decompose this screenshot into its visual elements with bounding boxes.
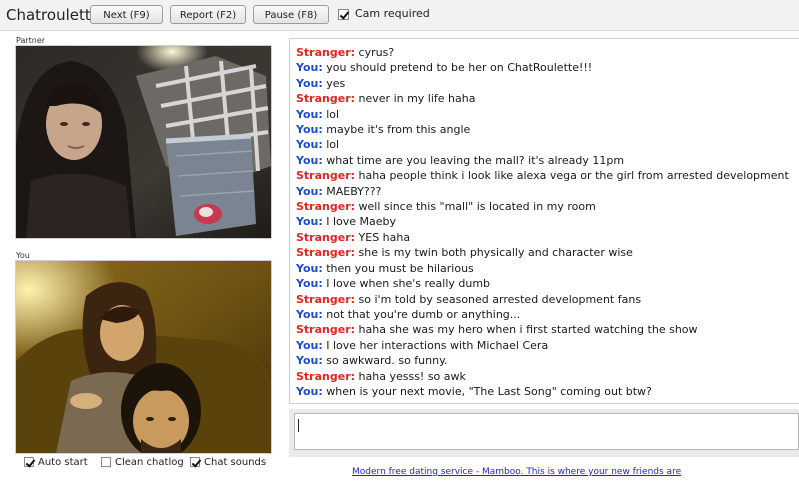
chat-message-sender: Stranger: — [296, 246, 356, 260]
chat-message-sender: You: — [296, 215, 323, 229]
chat-message-text: haha she was my hero when i first starte… — [355, 323, 698, 337]
cam-required-checkbox[interactable] — [338, 8, 349, 20]
chat-message-text: haha people think i look like alexa vega… — [355, 169, 789, 183]
message-input-area — [289, 409, 799, 457]
text-caret — [298, 419, 299, 432]
chat-message: Stranger: haha yesss! so awk — [290, 369, 799, 384]
chat-message-text: so awkward. so funny. — [322, 354, 448, 368]
chat-message-sender: Stranger: — [296, 230, 356, 244]
chat-message: You: when is your next movie, "The Last … — [290, 384, 799, 399]
chat-message: Stranger: never in my life haha — [290, 91, 799, 106]
chat-message-sender: Stranger: — [296, 169, 356, 183]
chat-message: You: I love her interactions with Michae… — [290, 338, 799, 353]
chat-message: You: I love Maeby — [290, 214, 799, 229]
clean-chatlog-label: Clean chatlog — [115, 457, 184, 468]
chat-message-sender: You: — [296, 61, 323, 75]
chat-message-text: well since this "mall" is located in my … — [355, 200, 596, 214]
chat-sounds-option[interactable]: Chat sounds — [190, 457, 266, 468]
chat-message-sender: Stranger: — [296, 46, 356, 59]
cam-required-option[interactable]: Cam required — [338, 7, 430, 20]
chat-lines: Stranger: cyrus? You: you should pretend … — [290, 39, 799, 399]
chat-message: You: I love when she's really dumb — [290, 276, 799, 291]
chat-message: You: maybe it's from this angle — [290, 122, 799, 137]
chat-message-text: when is your next movie, "The Last Song"… — [322, 384, 652, 398]
chat-message: You: MAEBY??? — [290, 184, 799, 199]
chat-message-text: then you must be hilarious — [322, 261, 474, 275]
chat-sounds-checkbox[interactable] — [190, 457, 200, 467]
chat-message-text: lol — [322, 138, 340, 152]
chat-message-sender: You: — [296, 107, 323, 121]
partner-label: Partner — [16, 36, 46, 45]
chat-message-sender: Stranger: — [296, 292, 356, 306]
chat-message-text: cyrus? — [355, 46, 395, 59]
chat-message-sender: You: — [296, 153, 323, 167]
chat-message-sender: You: — [296, 184, 323, 198]
chat-message-text: YES haha — [355, 230, 411, 244]
chat-message-text: haha yesss! so awk — [355, 369, 466, 383]
chat-message: Stranger: haha she was my hero when i fi… — [290, 322, 799, 337]
chat-message-sender: You: — [296, 307, 323, 321]
auto-start-label: Auto start — [38, 457, 88, 468]
chat-message-sender: You: — [296, 261, 323, 275]
chat-sounds-label: Chat sounds — [204, 457, 267, 468]
chat-message-sender: You: — [296, 123, 323, 137]
you-label: You — [16, 251, 30, 260]
chat-message-sender: You: — [296, 354, 323, 368]
chat-message: You: yes — [290, 76, 799, 91]
chat-message-text: what time are you leaving the mall? it's… — [322, 153, 625, 167]
auto-start-option[interactable]: Auto start — [24, 457, 88, 468]
chat-message: Stranger: she is my twin both physically… — [290, 245, 799, 260]
chat-message-text: lol — [322, 107, 340, 121]
chat-message: Stranger: well since this "mall" is loca… — [290, 199, 799, 214]
message-input[interactable] — [294, 413, 799, 450]
chat-message-sender: Stranger: — [296, 369, 356, 383]
chat-message-sender: Stranger: — [296, 92, 356, 106]
chat-message: You: so awkward. so funny. — [290, 353, 799, 368]
ad-link[interactable]: Modern free dating service - Mamboo. Thi… — [352, 467, 681, 477]
auto-start-checkbox[interactable] — [24, 457, 34, 467]
chat-message-text: she is my twin both physically and chara… — [355, 246, 633, 260]
app-logo: Chatroulette — [6, 6, 100, 24]
partner-video — [15, 45, 272, 239]
chat-message-text: I love Maeby — [322, 215, 397, 229]
chat-message: You: what time are you leaving the mall?… — [290, 153, 799, 168]
chat-message: You: you should pretend to be her on Cha… — [290, 60, 799, 75]
chat-message: You: then you must be hilarious — [290, 261, 799, 276]
chat-log[interactable]: Stranger: cyrus? You: you should pretend … — [289, 38, 799, 404]
chat-message-text: never in my life haha — [355, 92, 476, 106]
you-video — [15, 260, 272, 454]
chat-message-text: maybe it's from this angle — [322, 123, 471, 137]
top-toolbar: Chatroulette Next (F9) Report (F2) Pause… — [0, 0, 799, 31]
next-button[interactable]: Next (F9) — [90, 5, 163, 24]
chat-message-sender: Stranger: — [296, 323, 356, 337]
chat-message: Stranger: YES haha — [290, 230, 799, 245]
chat-message: Stranger: so i'm told by seasoned arrest… — [290, 292, 799, 307]
chat-message-text: I love when she's really dumb — [322, 277, 491, 291]
chat-message-text: so i'm told by seasoned arrested develop… — [355, 292, 642, 306]
chat-message-text: not that you're dumb or anything... — [322, 307, 521, 321]
chat-message-sender: Stranger: — [296, 200, 356, 214]
clean-chatlog-option[interactable]: Clean chatlog — [101, 457, 184, 468]
chat-message: Stranger: haha people think i look like … — [290, 168, 799, 183]
pause-button[interactable]: Pause (F8) — [253, 5, 329, 24]
chat-message: You: not that you're dumb or anything... — [290, 307, 799, 322]
chat-message-sender: You: — [296, 76, 323, 90]
chat-message-sender: You: — [296, 277, 323, 291]
chat-message-sender: You: — [296, 138, 323, 152]
chat-message: You: lol — [290, 137, 799, 152]
cam-required-label: Cam required — [355, 7, 430, 20]
chat-message-sender: You: — [296, 338, 323, 352]
chat-message-text: you should pretend to be her on ChatRoul… — [322, 61, 593, 75]
chat-message: Stranger: cyrus? — [290, 45, 799, 60]
chat-message: You: lol — [290, 107, 799, 122]
report-button[interactable]: Report (F2) — [170, 5, 246, 24]
chat-message-sender: You: — [296, 384, 323, 398]
partner-video-frame — [16, 46, 271, 238]
chat-message-text: MAEBY??? — [322, 184, 382, 198]
you-video-frame — [16, 261, 271, 453]
clean-chatlog-checkbox[interactable] — [101, 457, 111, 467]
chat-message-text: yes — [322, 76, 346, 90]
chat-message-text: I love her interactions with Michael Cer… — [322, 338, 549, 352]
